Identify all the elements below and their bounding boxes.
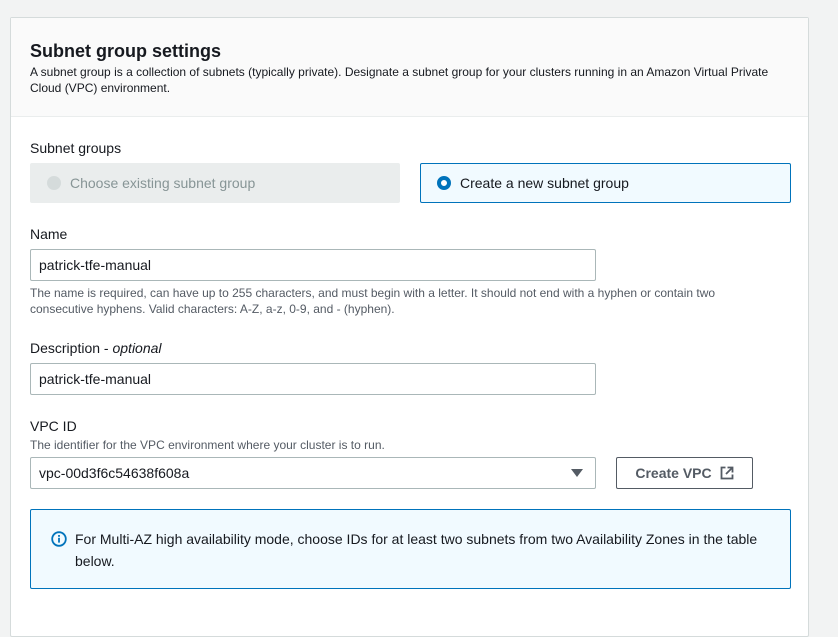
vpc-id-selected-value: vpc-00d3f6c54638f608a <box>39 465 190 481</box>
external-link-icon <box>720 466 734 480</box>
section-title: Subnet group settings <box>30 41 221 61</box>
section-description: A subnet group is a collection of subnet… <box>30 65 769 95</box>
create-vpc-button-label: Create VPC <box>635 465 712 481</box>
vpc-id-select[interactable]: vpc-00d3f6c54638f608a <box>30 457 596 489</box>
description-optional-tag: optional <box>112 340 162 356</box>
vpc-id-hint: The identifier for the VPC environment w… <box>30 438 385 452</box>
choose-existing-subnet-group-option[interactable]: Choose existing subnet group <box>30 163 400 203</box>
subnet-group-settings-panel: Subnet group settings A subnet group is … <box>10 17 809 637</box>
radio-selected-icon <box>437 176 451 190</box>
create-vpc-button[interactable]: Create VPC <box>616 457 753 489</box>
multi-az-info-alert: For Multi-AZ high availability mode, cho… <box>30 509 791 589</box>
description-label-text: Description - <box>30 340 109 356</box>
choose-existing-subnet-group-label: Choose existing subnet group <box>70 175 256 191</box>
vpc-id-label: VPC ID <box>30 418 77 434</box>
panel-header: Subnet group settings A subnet group is … <box>11 18 808 117</box>
description-input[interactable]: patrick-tfe-manual <box>30 363 596 395</box>
description-label: Description - optional <box>30 339 162 357</box>
name-input[interactable]: patrick-tfe-manual <box>30 249 596 281</box>
create-new-subnet-group-label: Create a new subnet group <box>460 175 629 191</box>
name-hint: The name is required, can have up to 255… <box>30 286 716 316</box>
create-new-subnet-group-option[interactable]: Create a new subnet group <box>420 163 791 203</box>
subnet-groups-label: Subnet groups <box>30 140 122 156</box>
radio-unselected-icon <box>47 176 61 190</box>
info-icon <box>51 531 67 547</box>
multi-az-info-text: For Multi-AZ high availability mode, cho… <box>75 531 758 569</box>
caret-down-icon <box>571 469 583 477</box>
name-label: Name <box>30 226 68 242</box>
